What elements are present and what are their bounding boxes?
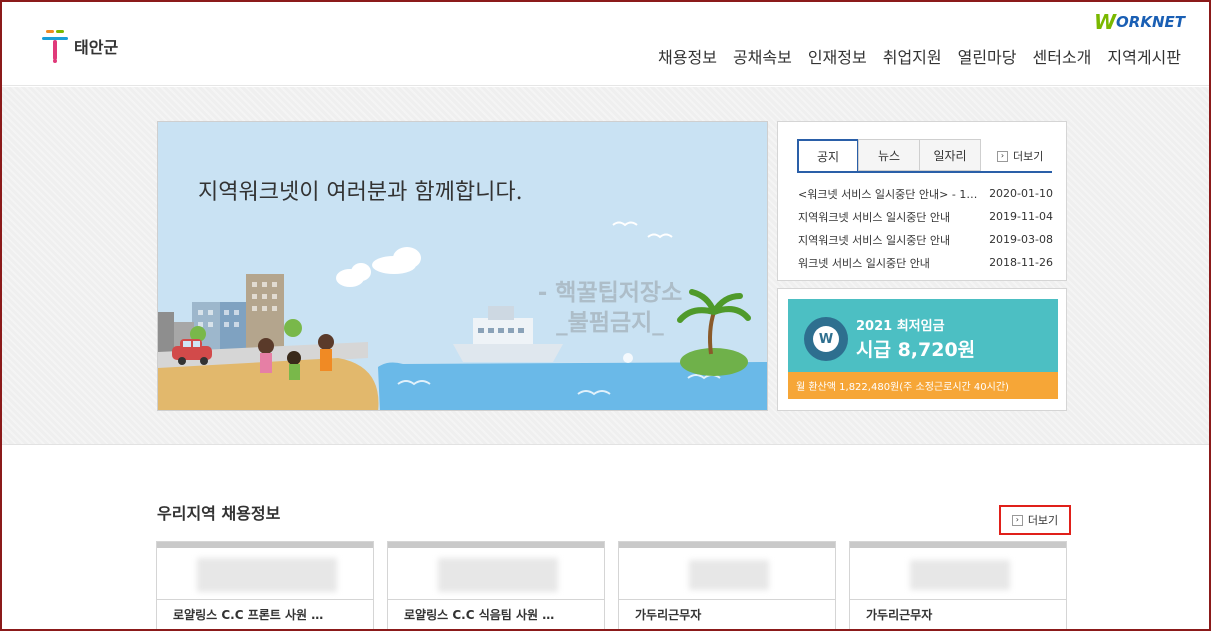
notice-item-title: <워크넷 서비스 일시중단 안내> - 1…	[798, 187, 978, 201]
job-card-logo	[619, 548, 835, 599]
money-bag-icon: W	[804, 317, 848, 361]
nav-item-job-support[interactable]: 취업지원	[875, 44, 950, 68]
watermark-line-2: _불펌금지_	[556, 310, 664, 336]
job-card-title: 가두리근무자	[850, 599, 1066, 629]
nav-item-local-board[interactable]: 지역게시판	[1099, 44, 1189, 68]
tab-notice[interactable]: 공지	[797, 139, 859, 172]
main-nav: 채용정보 공채속보 인재정보 취업지원 열린마당 센터소개 지역게시판	[650, 44, 1189, 68]
jobs-more-inner: › 더보기	[1011, 512, 1059, 528]
wage-monthly: 월 환산액 1,822,480원(주 소정근로시간 40시간)	[788, 372, 1058, 399]
nav-item-jobs[interactable]: 채용정보	[650, 44, 725, 68]
notice-tabs: 공지 뉴스 일자리	[797, 139, 981, 172]
notice-item-title: 지역워크넷 서비스 일시중단 안내	[798, 210, 951, 224]
job-card-logo	[388, 548, 604, 599]
jobs-section-title: 우리지역 채용정보	[157, 504, 281, 523]
notice-more-button[interactable]: › 더보기	[997, 148, 1043, 164]
main-banner[interactable]: 지역워크넷이 여러분과 함께합니다.	[157, 121, 768, 411]
job-card[interactable]: 로얄링스 C.C 프론트 사원 …	[156, 541, 374, 631]
logo-text: 태안군	[74, 38, 119, 57]
notice-panel: 공지 뉴스 일자리 › 더보기 <워크넷 서비스 일시중단 안내> - 1… 2…	[777, 121, 1067, 281]
job-card[interactable]: 로얄링스 C.C 식음팀 사원 …	[387, 541, 605, 631]
money-bag-label: W	[813, 326, 839, 352]
tab-underline	[797, 171, 1052, 173]
worknet-logo[interactable]: W ORKNET	[1094, 10, 1185, 34]
notice-item-date: 2018-11-26	[989, 256, 1053, 269]
notice-item-date: 2019-03-08	[989, 233, 1053, 246]
notice-item[interactable]: <워크넷 서비스 일시중단 안내> - 1… 2020-01-10	[798, 182, 1053, 205]
nav-item-center-info[interactable]: 센터소개	[1025, 44, 1100, 68]
notice-item[interactable]: 워크넷 서비스 일시중단 안내 2018-11-26	[798, 251, 1053, 274]
nav-item-open-forum[interactable]: 열린마당	[950, 44, 1025, 68]
wage-title: 2021 최저임금	[856, 319, 945, 334]
blurred-logo	[910, 560, 1010, 590]
chevron-right-icon: ›	[1011, 514, 1023, 526]
job-card-logo	[157, 548, 373, 599]
notice-item-date: 2020-01-10	[989, 187, 1053, 200]
nav-item-recruit-news[interactable]: 공채속보	[725, 44, 800, 68]
worknet-logo-text: ORKNET	[1116, 13, 1185, 31]
wage-amount: 시급 8,720원	[856, 339, 976, 361]
blurred-logo	[689, 560, 769, 590]
watermark: - 핵꿀팁저장소 _불펌금지_	[510, 278, 710, 338]
blurred-logo	[438, 558, 558, 592]
job-card-title: 가두리근무자	[619, 599, 835, 629]
job-card[interactable]: 가두리근무자	[849, 541, 1067, 631]
taean-logo-icon	[42, 30, 68, 63]
blurred-logo	[197, 558, 337, 592]
notice-item[interactable]: 지역워크넷 서비스 일시중단 안내 2019-03-08	[798, 228, 1053, 251]
site-header: 태안군 W ORKNET 채용정보 공채속보 인재정보 취업지원 열린마당 센터소…	[0, 0, 1211, 86]
tab-news[interactable]: 뉴스	[858, 139, 920, 171]
notice-more-label: 더보기	[1013, 150, 1044, 163]
jobs-more-button[interactable]: › 더보기	[999, 505, 1071, 535]
minimum-wage-panel: W 2021 최저임금 시급 8,720원 월 환산액 1,822,480원(주…	[777, 288, 1067, 411]
minimum-wage-banner[interactable]: W 2021 최저임금 시급 8,720원 월 환산액 1,822,480원(주…	[788, 299, 1058, 399]
notice-item[interactable]: 지역워크넷 서비스 일시중단 안내 2019-11-04	[798, 205, 1053, 228]
notice-item-title: 워크넷 서비스 일시중단 안내	[798, 256, 930, 270]
chevron-right-icon: ›	[997, 150, 1008, 162]
tab-jobs[interactable]: 일자리	[919, 139, 981, 171]
banner-illustration	[158, 122, 767, 410]
worknet-logo-w: W	[1093, 10, 1117, 34]
notice-list: <워크넷 서비스 일시중단 안내> - 1… 2020-01-10 지역워크넷 …	[798, 182, 1053, 274]
nav-item-talent[interactable]: 인재정보	[800, 44, 875, 68]
taean-logo[interactable]: 태안군	[40, 26, 118, 66]
banner-headline: 지역워크넷이 여러분과 함께합니다.	[198, 180, 523, 205]
job-card-logo	[850, 548, 1066, 599]
notice-item-title: 지역워크넷 서비스 일시중단 안내	[798, 233, 951, 247]
job-card[interactable]: 가두리근무자	[618, 541, 836, 631]
job-card-title: 로얄링스 C.C 식음팀 사원 …	[388, 599, 604, 629]
notice-item-date: 2019-11-04	[989, 210, 1053, 223]
watermark-line-1: - 핵꿀팁저장소	[537, 280, 683, 306]
jobs-more-label: 더보기	[1027, 514, 1059, 527]
job-card-title: 로얄링스 C.C 프론트 사원 …	[157, 599, 373, 629]
